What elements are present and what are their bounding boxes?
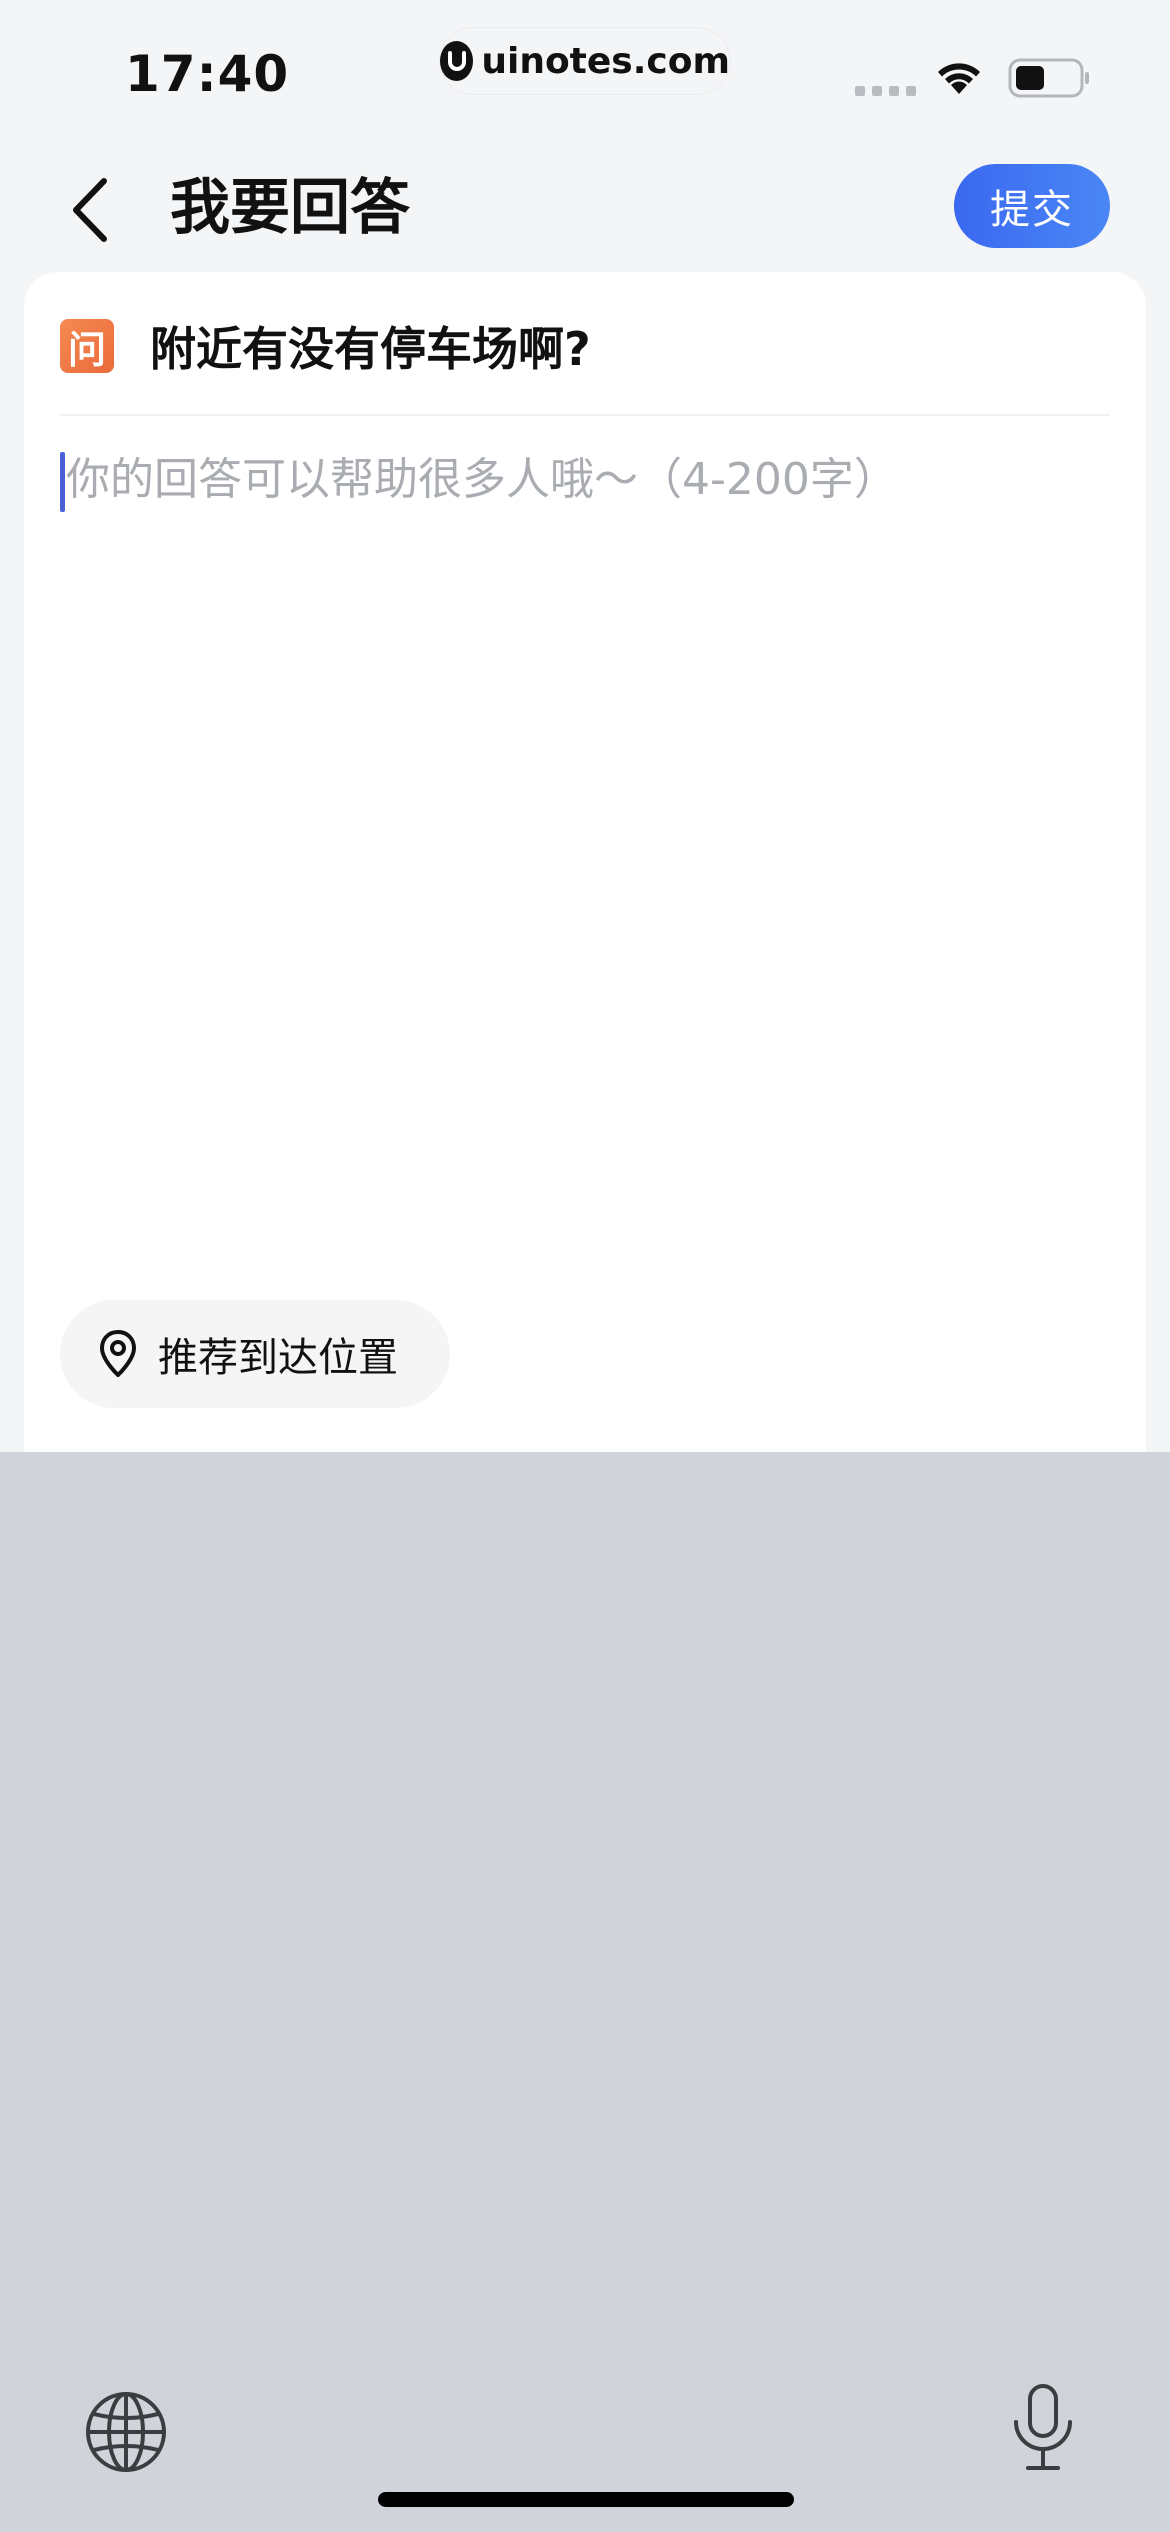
- keyboard-area: [0, 1452, 1170, 2532]
- globe-icon[interactable]: [84, 2390, 168, 2478]
- answer-input[interactable]: [60, 448, 1110, 1008]
- question-row: 问 附近有没有停车场啊?: [60, 316, 1110, 376]
- submit-button[interactable]: 提交: [954, 164, 1110, 248]
- recommend-location-button[interactable]: 推荐到达位置: [60, 1300, 450, 1408]
- question-badge-icon: 问: [60, 319, 114, 373]
- location-pin-icon: [96, 1328, 140, 1380]
- answer-card: 问 附近有没有停车场啊? 推荐到达位置: [24, 272, 1146, 1472]
- text-caret: [60, 452, 65, 512]
- url-text: uinotes.com: [481, 40, 730, 82]
- microphone-icon[interactable]: [1008, 2382, 1078, 2478]
- uinotes-logo-icon: [440, 41, 474, 81]
- recommend-location-label: 推荐到达位置: [158, 1335, 398, 1381]
- page-title: 我要回答: [170, 173, 410, 243]
- home-indicator: [378, 2492, 794, 2507]
- nav-bar: 我要回答 提交: [0, 150, 1170, 270]
- question-text: 附近有没有停车场啊?: [150, 322, 591, 376]
- status-time: 17:40: [125, 45, 290, 103]
- url-pill[interactable]: uinotes.com: [440, 28, 730, 94]
- wifi-icon: [932, 56, 986, 100]
- cellular-signal-icon: [855, 86, 916, 96]
- battery-icon: [1008, 58, 1092, 102]
- divider: [60, 414, 1110, 416]
- chevron-left-icon[interactable]: [60, 172, 120, 248]
- status-bar: 17:40 uinotes.com: [0, 0, 1170, 140]
